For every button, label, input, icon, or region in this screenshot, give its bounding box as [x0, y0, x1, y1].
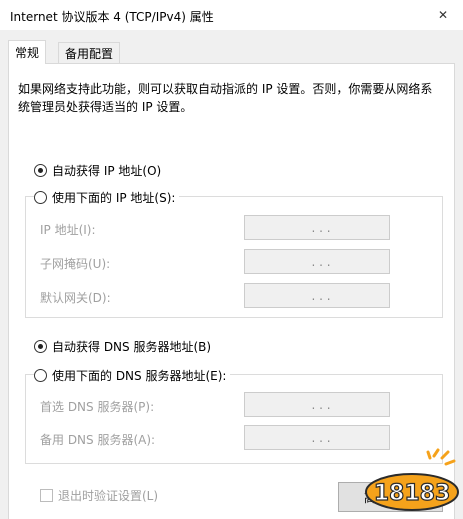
tab-alternate-config[interactable]: 备用配置: [58, 42, 121, 64]
watermark-logo: 18183: [365, 448, 459, 511]
subnet-mask-label: 子网掩码(U):: [40, 257, 111, 271]
ip-address-label: IP 地址(I):: [40, 223, 96, 237]
tab-general-label: 常规: [15, 46, 40, 60]
alternate-dns-field[interactable]: . . .: [244, 425, 390, 450]
watermark-text: 18183: [374, 481, 451, 506]
manual-dns-radio-row[interactable]: 使用下面的 DNS 服务器地址(E):: [34, 367, 231, 384]
manual-ip-radio[interactable]: [34, 191, 47, 204]
auto-ip-radio[interactable]: [34, 164, 47, 177]
preferred-dns-label: 首选 DNS 服务器(P):: [40, 400, 155, 414]
auto-dns-label: 自动获得 DNS 服务器地址(B): [52, 340, 212, 354]
tab-general[interactable]: 常规: [8, 40, 47, 64]
window-title: Internet 协议版本 4 (TCP/IPv4) 属性: [10, 10, 214, 24]
preferred-dns-field[interactable]: . . .: [244, 392, 390, 417]
watermark-burst-icon: [426, 448, 456, 466]
title-bar: Internet 协议版本 4 (TCP/IPv4) 属性 ✕: [0, 0, 463, 30]
close-button[interactable]: ✕: [423, 0, 463, 30]
subnet-mask-dots: . . .: [311, 254, 331, 269]
validate-on-exit-checkbox[interactable]: [40, 489, 53, 502]
manual-dns-label: 使用下面的 DNS 服务器地址(E):: [52, 369, 227, 383]
default-gateway-dots: . . .: [311, 288, 331, 303]
default-gateway-field[interactable]: . . .: [244, 283, 390, 308]
auto-ip-label: 自动获得 IP 地址(O): [52, 164, 162, 178]
alternate-dns-label: 备用 DNS 服务器(A):: [40, 433, 156, 447]
default-gateway-label: 默认网关(D):: [40, 291, 111, 305]
manual-ip-radio-row[interactable]: 使用下面的 IP 地址(S):: [34, 189, 180, 206]
description-text: 如果网络支持此功能，则可以获取自动指派的 IP 设置。否则，你需要从网络系统管理…: [18, 82, 433, 114]
validate-on-exit-row[interactable]: 退出时验证设置(L): [40, 487, 158, 504]
auto-dns-radio-row[interactable]: 自动获得 DNS 服务器地址(B): [34, 338, 216, 355]
subnet-mask-field[interactable]: . . .: [244, 249, 390, 274]
auto-ip-radio-row[interactable]: 自动获得 IP 地址(O): [34, 162, 166, 179]
manual-ip-label: 使用下面的 IP 地址(S):: [52, 191, 176, 205]
ip-address-dots: . . .: [311, 220, 331, 235]
tab-alternate-config-label: 备用配置: [65, 47, 114, 61]
ip-address-field[interactable]: . . .: [244, 215, 390, 240]
close-icon: ✕: [437, 8, 449, 22]
alternate-dns-dots: . . .: [311, 430, 331, 445]
manual-dns-radio[interactable]: [34, 369, 47, 382]
validate-on-exit-label: 退出时验证设置(L): [58, 489, 159, 503]
auto-dns-radio[interactable]: [34, 340, 47, 353]
preferred-dns-dots: . . .: [311, 397, 331, 412]
